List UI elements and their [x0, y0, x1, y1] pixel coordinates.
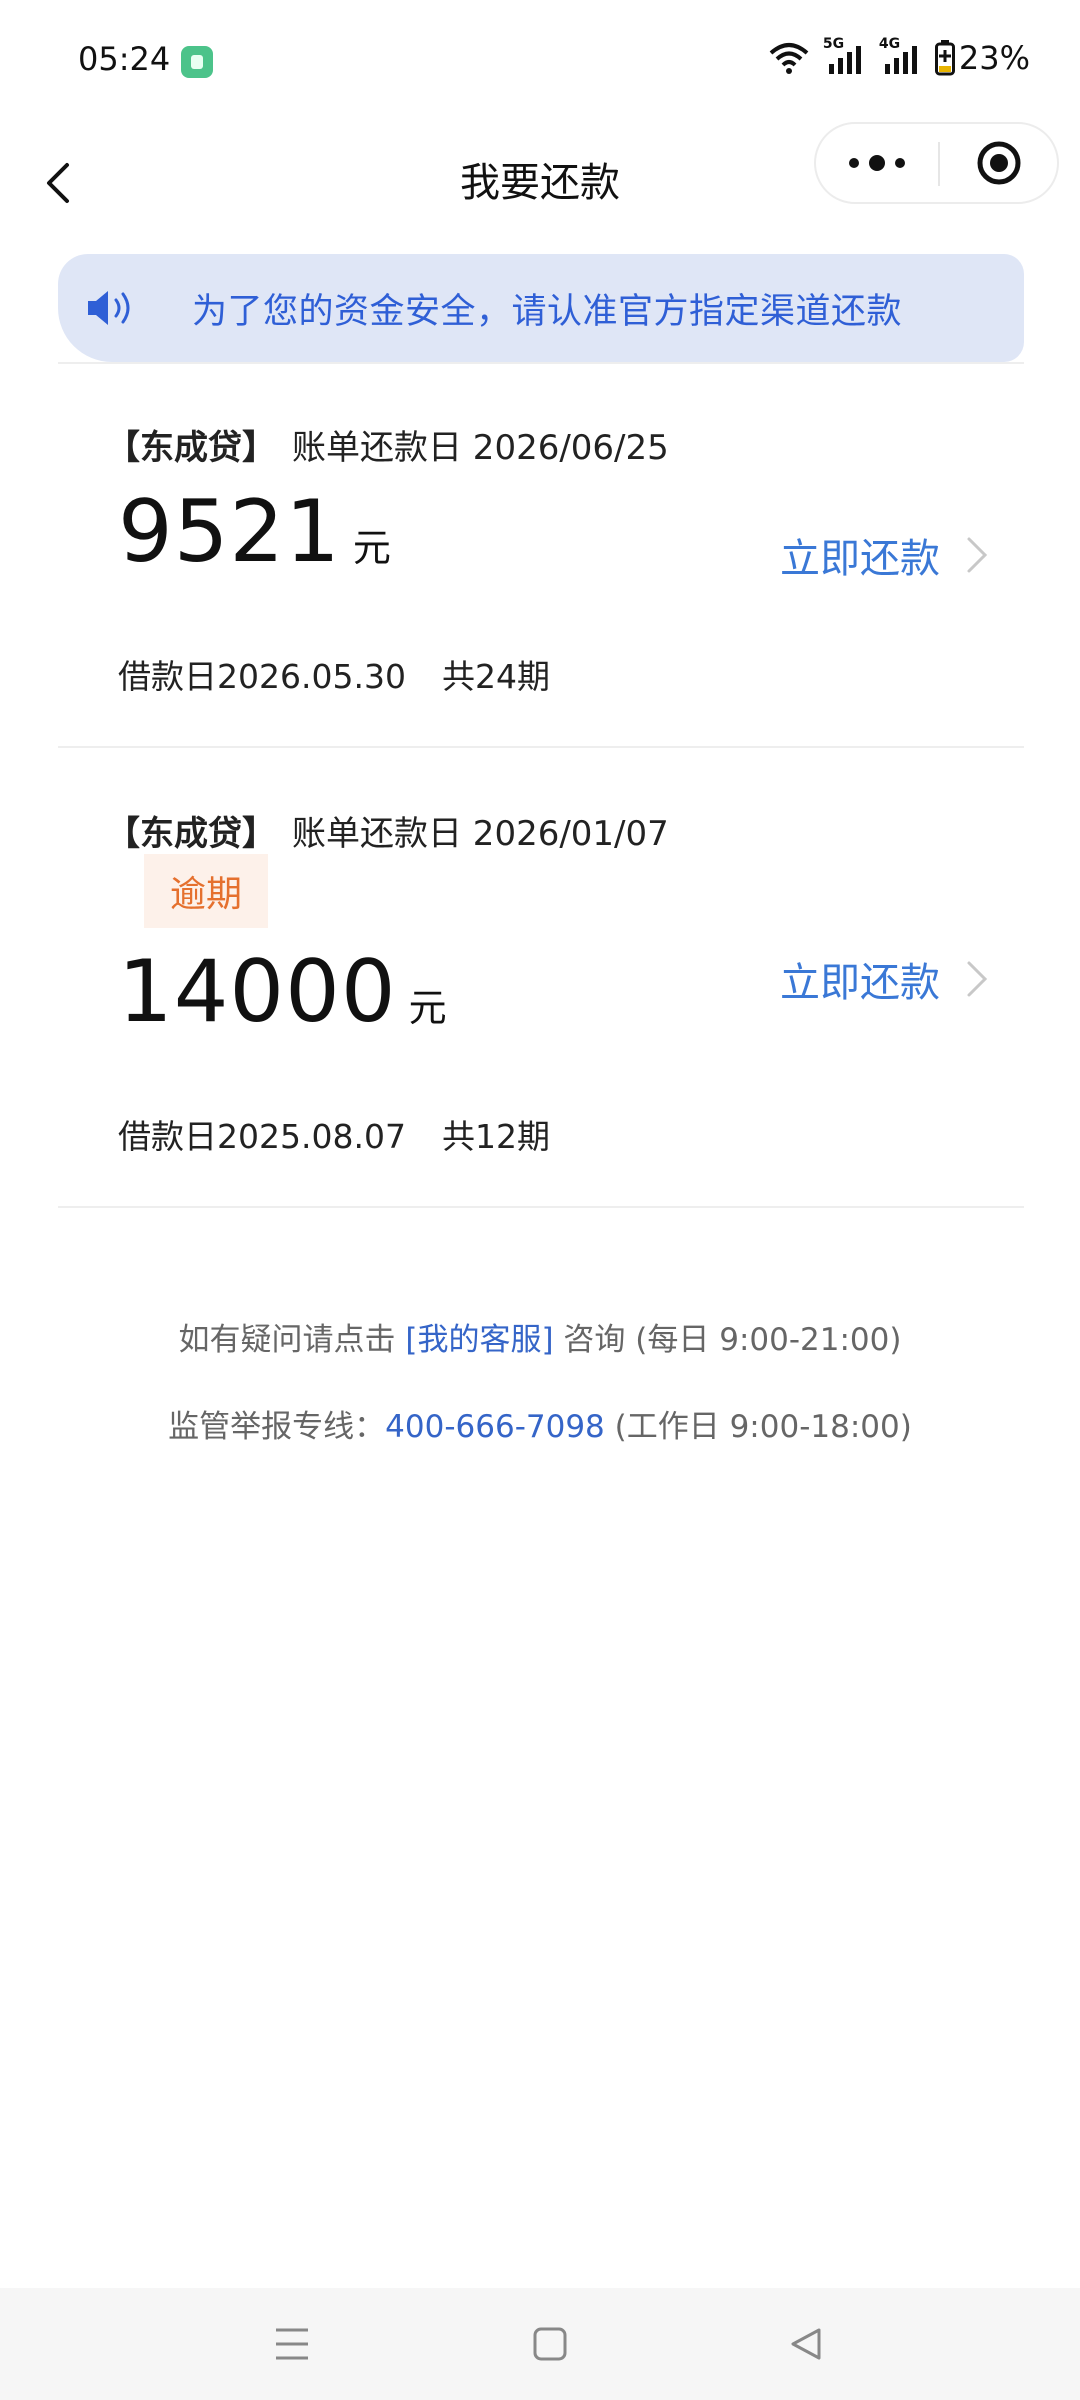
- battery-icon: [934, 40, 955, 76]
- loan-amount: 9521 元: [118, 482, 391, 582]
- notice-text: 为了您的资金安全，请认准官方指定渠道还款: [192, 291, 903, 332]
- customer-service-link[interactable]: [我的客服]: [405, 1322, 553, 1358]
- hotline-phone-link[interactable]: 400-666-7098: [385, 1409, 605, 1445]
- signal-4g-icon: 4G: [879, 36, 921, 76]
- repay-now-label: 立即还款: [780, 536, 940, 582]
- divider: [58, 1206, 1024, 1208]
- speaker-icon: [88, 291, 130, 325]
- amount-unit: 元: [352, 526, 391, 570]
- loan-due-date: 账单还款日 2026/01/07: [292, 814, 669, 854]
- repay-now-button[interactable]: 立即还款: [780, 950, 988, 1008]
- amount-value: 14000: [118, 942, 397, 1042]
- triangle-back-icon: [791, 2328, 821, 2360]
- loan-amount: 14000 元: [118, 942, 447, 1042]
- status-time: 05:24: [78, 40, 171, 78]
- battery: 23%: [934, 39, 1030, 77]
- loan-footer: 借款日2025.08.07 共12期: [118, 1110, 550, 1158]
- loan-product-name: 【东成贷】: [106, 814, 276, 854]
- status-bar: 05:24 5G 4G 23%: [0, 0, 1080, 120]
- security-notice: 为了您的资金安全，请认准官方指定渠道还款: [58, 254, 1024, 362]
- repay-now-button[interactable]: 立即还款: [780, 526, 988, 584]
- back-nav-button[interactable]: [776, 2318, 836, 2370]
- amount-value: 9521: [118, 482, 341, 582]
- menu-icon: [276, 2328, 308, 2360]
- system-nav-bar: [0, 2288, 1080, 2400]
- overdue-badge: 逾期: [144, 854, 268, 928]
- loan-card: 【东成贷】 账单还款日 2026/06/25 9521 元 立即还款 借款日2026…: [0, 364, 1080, 746]
- loan-periods: 共24期: [441, 657, 550, 696]
- amount-unit: 元: [408, 986, 447, 1030]
- repay-now-label: 立即还款: [780, 960, 940, 1006]
- loan-card: 【东成贷】 账单还款日 2026/01/07 逾期 14000 元 立即还款 借款日…: [0, 748, 1080, 1206]
- loan-product-name: 【东成贷】: [106, 428, 276, 468]
- chevron-right-icon: [967, 537, 988, 573]
- app-notification-icon: [181, 46, 213, 78]
- close-miniprogram-button[interactable]: [940, 124, 1058, 202]
- more-dot-icon: [849, 158, 859, 168]
- recent-apps-button[interactable]: [262, 2318, 322, 2370]
- home-button[interactable]: [520, 2318, 580, 2370]
- target-close-icon: [977, 141, 1021, 185]
- more-button[interactable]: [816, 124, 938, 202]
- battery-percent: 23%: [958, 39, 1030, 77]
- loan-footer: 借款日2026.05.30 共24期: [118, 650, 550, 698]
- status-indicators: 5G 4G 23%: [769, 36, 1030, 78]
- help-customer-service: 如有疑问请点击 [我的客服] 咨询 (每日 9:00-21:00): [178, 1322, 902, 1358]
- loan-header: 【东成贷】 账单还款日 2026/06/25: [106, 420, 669, 469]
- chevron-right-icon: [967, 961, 988, 997]
- square-icon: [533, 2327, 567, 2361]
- wifi-icon: [769, 43, 809, 74]
- loan-periods: 共12期: [441, 1117, 550, 1156]
- help-report-hotline: 监管举报专线：400-666-7098 (工作日 9:00-18:00): [168, 1409, 912, 1445]
- signal-5g-icon: 5G: [823, 36, 865, 76]
- more-dot-icon: [869, 155, 885, 171]
- loan-date: 借款日2026.05.30: [118, 657, 406, 696]
- more-dot-icon: [895, 158, 905, 168]
- loan-due-date: 账单还款日 2026/06/25: [292, 428, 669, 468]
- loan-date: 借款日2025.08.07: [118, 1117, 406, 1156]
- loan-header: 【东成贷】 账单还款日 2026/01/07: [106, 806, 669, 855]
- miniprogram-capsule: [814, 122, 1059, 204]
